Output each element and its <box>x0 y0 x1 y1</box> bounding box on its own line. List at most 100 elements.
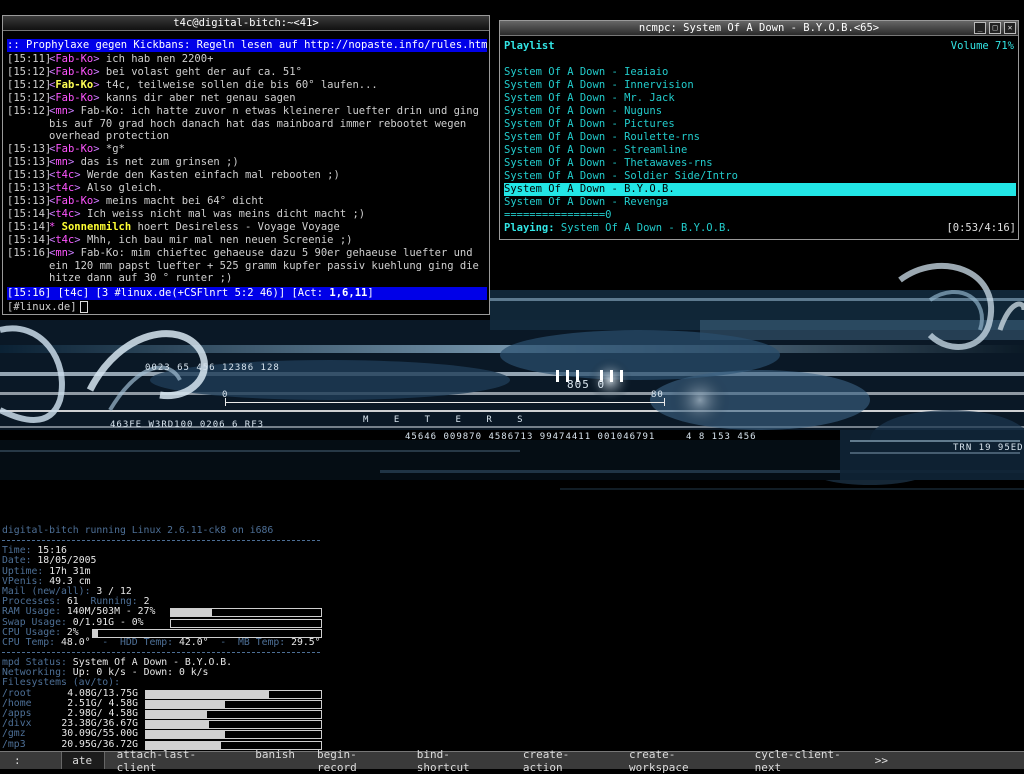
message-text: Also gleich. <box>86 182 163 195</box>
irc-input-line[interactable]: [#linux.de] <box>7 301 487 313</box>
irc-message: [15:12] <Fab-Ko> t4c, teilweise sollen di… <box>7 78 378 91</box>
irc-window[interactable]: t4c@digital-bitch:~<41> :: Prophylaxe ge… <box>2 15 490 315</box>
irc-message: [15:12] <mn> Fab-Ko: ich hatte zuvor n et… <box>7 104 479 143</box>
irc-message: [15:14] * Sonnenmilch hoert Desireless - … <box>7 220 340 233</box>
message-timestamp: [15:12] <box>7 78 52 91</box>
maximize-button[interactable]: □ <box>989 22 1001 34</box>
ncmpc-window[interactable]: ncmpc: System Of A Down - B.Y.O.B.<65> _… <box>499 20 1019 240</box>
usage-bar <box>170 618 322 628</box>
playlist-item[interactable]: System Of A Down - Revenga <box>504 196 1016 209</box>
irc-window-titlebar[interactable]: t4c@digital-bitch:~<41> <box>3 16 489 31</box>
ncmpc-header: Playlist Volume 71% <box>504 40 1014 52</box>
filesystem-row: /root 4.08G/13.75G <box>2 688 322 699</box>
playlist-item[interactable]: System Of A Down - Ieaiaio <box>504 66 1016 79</box>
irc-message-log: [15:11] <Fab-Ko> ich hab nen 2200+ [15:12]… <box>7 53 485 285</box>
minimize-button[interactable]: _ <box>974 22 986 34</box>
completion-option[interactable]: attach-last-client <box>117 748 234 774</box>
volume-indicator: Volume 71% <box>950 40 1014 52</box>
usage-bar <box>92 628 322 638</box>
irc-status-text: [15:16] [t4c] [3 #linux.de(+CSFlnrt 5:2 … <box>7 287 330 299</box>
wallpaper-center-number: 805 0 <box>567 378 606 391</box>
stat-value: 2% <box>66 626 79 638</box>
system-monitor: digital-bitch running Linux 2.6.11-ck8 o… <box>2 525 322 750</box>
irc-topic-bar: :: Prophylaxe gegen Kickbans: Regeln les… <box>7 39 487 52</box>
irc-message: [15:11] <Fab-Ko> ich hab nen 2200+ <box>7 53 214 65</box>
irc-status-bar: [15:16] [t4c] [3 #linux.de(+CSFlnrt 5:2 … <box>7 287 487 300</box>
ncmpc-window-titlebar[interactable]: ncmpc: System Of A Down - B.Y.O.B.<65> _… <box>500 21 1018 36</box>
completion-option[interactable]: create-workspace <box>629 748 733 774</box>
divider <box>2 652 320 654</box>
message-timestamp: [15:13] <box>7 143 52 156</box>
sysmon-header: digital-bitch running Linux 2.6.11-ck8 o… <box>2 525 274 536</box>
message-text: Ich weiss nicht mal was meins dicht mach… <box>86 207 366 220</box>
irc-message: [15:13] <t4c> Werde den Kasten einfach ma… <box>7 169 340 182</box>
playlist-item-selected[interactable]: System Of A Down - B.Y.O.B. <box>504 183 1016 196</box>
message-timestamp: [15:13] <box>7 156 52 169</box>
message-text: hoert Desireless - Voyage Voyage <box>137 220 340 233</box>
playlist-item[interactable]: System Of A Down - Roulette-rns <box>504 131 1016 144</box>
message-nick[interactable]: mn <box>55 105 68 117</box>
filesystem-row: /apps 2.98G/ 4.58G <box>2 708 322 719</box>
message-nick[interactable]: Fab-Ko <box>55 66 93 78</box>
message-timestamp: [15:16] <box>7 246 52 259</box>
stat-row: RAM Usage: 140M/503M - 27% <box>2 606 322 618</box>
more-completions[interactable]: >> <box>875 754 888 767</box>
playlist-item[interactable]: System Of A Down - Mr. Jack <box>504 92 1016 105</box>
filesystem-row: /home 2.51G/ 4.58G <box>2 698 322 709</box>
completion-option[interactable]: begin-record <box>317 748 395 774</box>
completion-option[interactable]: create-action <box>523 748 607 774</box>
message-text: ich hab nen 2200+ <box>105 53 214 65</box>
playlist-item[interactable]: System Of A Down - Thetawaves-rns <box>504 157 1016 170</box>
filesystem-list: /root 4.08G/13.75G/home 2.51G/ 4.58G/apps 2… <box>2 688 322 750</box>
irc-message: [15:14] <t4c> Mhh, ich bau mir mal nen ne… <box>7 233 353 246</box>
message-nick[interactable]: Fab-Ko <box>55 92 93 104</box>
filesystem-row: /divx 23.38G/36.67G <box>2 718 322 730</box>
message-text: Fab-Ko: mim chieftec gehaeuse dazu 5 90e… <box>49 246 479 285</box>
playlist-title: Playlist <box>504 40 555 52</box>
completion-option[interactable]: bind-shortcut <box>417 748 501 774</box>
playlist-item[interactable]: System Of A Down - Soldier Side/Intro <box>504 170 1016 183</box>
command-input[interactable]: ate <box>61 752 105 769</box>
message-nick[interactable]: Fab-Ko <box>55 79 93 91</box>
message-nick[interactable]: Fab-Ko <box>55 195 93 207</box>
irc-message: [15:13] <Fab-Ko> *g* <box>7 143 125 156</box>
message-nick[interactable]: Fab-Ko <box>55 143 93 155</box>
wallpaper-meters: M E T E R S <box>363 415 533 425</box>
message-nick[interactable]: t4c <box>55 182 74 194</box>
playlist-item[interactable]: System Of A Down - Pictures <box>504 118 1016 131</box>
message-nick[interactable]: Fab-Ko <box>55 53 93 65</box>
message-nick[interactable]: mn <box>55 156 68 168</box>
message-nick[interactable]: mn <box>55 247 68 259</box>
hdd-temp: 42.0° <box>179 636 209 648</box>
disk-usage-bar <box>145 710 322 719</box>
playlist-item[interactable]: System Of A Down - Innervision <box>504 79 1016 92</box>
message-timestamp: [15:12] <box>7 91 52 104</box>
disk-usage-bar <box>145 689 322 699</box>
message-text: meins macht bei 64° dicht <box>105 194 264 207</box>
message-timestamp: [15:13] <box>7 169 52 182</box>
playlist-item[interactable]: System Of A Down - Nuguns <box>504 105 1016 118</box>
message-text: Mhh, ich bau mir mal nen neuen Screenie … <box>86 233 353 246</box>
message-nick[interactable]: t4c <box>55 208 74 220</box>
message-text: *g* <box>105 143 125 156</box>
cpu-temp: 48.0° <box>61 636 91 648</box>
irc-input-prompt: [#linux.de] <box>7 301 77 313</box>
close-button[interactable]: ✕ <box>1004 22 1016 34</box>
disk-usage-bar <box>145 699 322 709</box>
ratpoison-command-bar[interactable]: : ate attach-last-client banish begin-reco… <box>0 748 1024 774</box>
irc-message: [15:14] <t4c> Ich weiss nicht mal was mei… <box>7 207 366 220</box>
message-timestamp: [15:14] <box>7 233 52 246</box>
completion-option[interactable]: banish <box>255 748 295 774</box>
irc-message: [15:13] <mn> das is net zum grinsen ;) <box>7 156 239 169</box>
message-nick[interactable]: t4c <box>55 234 74 246</box>
playlist-item[interactable]: System Of A Down - Streamline <box>504 144 1016 157</box>
irc-status-suffix: ] <box>367 287 374 299</box>
message-nick[interactable]: Sonnenmilch <box>62 221 132 233</box>
message-nick[interactable]: t4c <box>55 169 74 181</box>
irc-message: [15:13] <t4c> Also gleich. <box>7 182 163 195</box>
message-timestamp: [15:11] <box>7 53 52 65</box>
wallpaper-scale-0: 0 <box>222 390 229 400</box>
completion-option[interactable]: cycle-client-next <box>755 748 865 774</box>
filesystems-header: Filesystems (av/to): <box>2 677 120 689</box>
stat-value: 140M/503M - 27% <box>66 606 156 618</box>
